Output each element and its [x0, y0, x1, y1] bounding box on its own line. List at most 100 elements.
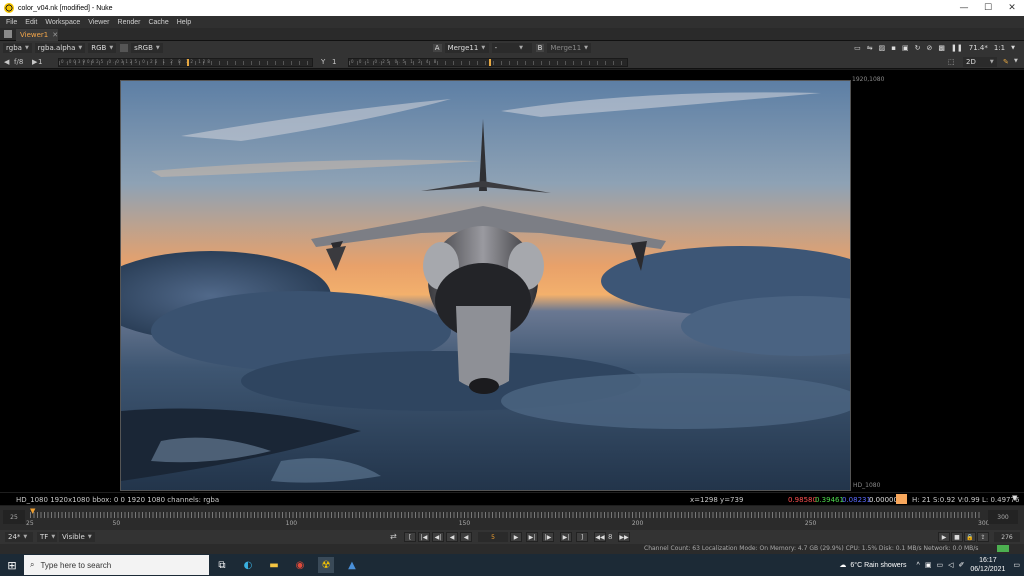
increment-value[interactable]: 8	[608, 533, 612, 541]
format-label-bottom: HD_1080	[853, 482, 881, 489]
menu-workspace[interactable]: Workspace	[45, 19, 80, 26]
display-channels-dropdown[interactable]: RGB ▼	[88, 43, 117, 53]
windows-start-icon[interactable]: ⊞	[0, 554, 24, 576]
gain-step-icon[interactable]: ▶	[32, 58, 37, 66]
format-info: HD_1080 1920x1080 bbox: 0 0 1920 1080 ch…	[16, 496, 220, 504]
chrome-icon[interactable]: ◉	[292, 557, 308, 573]
next-frame-button[interactable]: ▶|	[526, 532, 538, 542]
gain-mode-icon[interactable]: ◀	[4, 58, 9, 66]
clock-time[interactable]: 16:17	[979, 556, 997, 565]
play-backward-button[interactable]: ◀	[460, 532, 472, 542]
b-input-dropdown[interactable]: Merge11 ▼	[547, 43, 592, 53]
a-input-dropdown[interactable]: Merge11 ▼	[444, 43, 489, 53]
nuke-taskbar-icon[interactable]: ☢	[318, 557, 334, 573]
colorspace-dropdown[interactable]: sRGB ▼	[131, 43, 163, 53]
menu-viewer[interactable]: Viewer	[88, 19, 109, 26]
export-button[interactable]: ⇪	[977, 532, 989, 542]
menu-edit[interactable]: Edit	[25, 19, 37, 26]
edge-icon[interactable]: ◐	[240, 557, 256, 573]
taskbar-search[interactable]: ⌕ Type here to search	[24, 555, 209, 575]
first-frame-button[interactable]: |◀	[418, 532, 430, 542]
image-viewer-icon[interactable]: ▲	[344, 557, 360, 573]
pane-menu-icon[interactable]	[4, 30, 12, 38]
minimize-button[interactable]: —	[952, 0, 976, 16]
in-point-button[interactable]: [	[404, 532, 416, 542]
menu-file[interactable]: File	[6, 19, 17, 26]
skip-back-button[interactable]: ◀◀	[594, 532, 606, 542]
menu-help[interactable]: Help	[177, 19, 191, 26]
clip-warning-icon[interactable]: ▨	[876, 43, 889, 53]
view-mode-dropdown[interactable]: 2D ▼	[963, 57, 997, 67]
weather-icon[interactable]: ☁	[839, 561, 846, 569]
sync-icon[interactable]: ⇋	[864, 43, 876, 53]
timeline[interactable]: 25 25 50 100 150 200 250 300 ▼ 300	[0, 506, 1024, 530]
channels-dropdown[interactable]: rgba ▼	[3, 43, 32, 53]
proxy-icon[interactable]: ▪	[888, 43, 899, 53]
out-frame-field[interactable]: 300	[988, 510, 1018, 524]
window-title: color_v04.nk [modified] - Nuke	[18, 4, 113, 12]
roi-icon[interactable]: ▭	[851, 43, 864, 53]
tl-label-25: 25	[26, 520, 34, 527]
speaker-icon[interactable]: ◁	[948, 561, 953, 569]
gain-slider[interactable]: 0.00390625 0.03125 0.25 1 2 8 32 128	[58, 58, 313, 67]
gamma-handle[interactable]	[489, 59, 491, 66]
timeline-ruler[interactable]: 25 50 100 150 200 250 300 ▼	[26, 508, 989, 528]
chevron-down-icon[interactable]: ▼	[1008, 43, 1018, 53]
end-frame-field[interactable]: 276	[994, 532, 1020, 542]
alpha-value: rgba.alpha	[37, 44, 76, 52]
pen-icon[interactable]: ✐	[958, 561, 964, 569]
display-icon[interactable]: ▣	[899, 43, 912, 53]
tab-close-icon[interactable]: ✕	[52, 31, 58, 39]
refresh-icon[interactable]: ↻	[912, 43, 924, 53]
notifications-icon[interactable]: ▭	[1013, 561, 1020, 569]
chevron-down-icon: ▼	[23, 534, 28, 540]
ratio-value[interactable]: 1:1	[991, 43, 1008, 53]
clock-date[interactable]: 06/12/2021	[970, 565, 1005, 574]
last-frame-button[interactable]: ▶|	[560, 532, 572, 542]
stop-icon[interactable]: ⊘	[924, 43, 936, 53]
pause-icon[interactable]: ❚❚	[948, 43, 966, 53]
gamma-value[interactable]: 1	[332, 58, 336, 66]
out-point-button[interactable]: ]	[576, 532, 588, 542]
tray-app-icon[interactable]: ▣	[925, 561, 932, 569]
play-forward-button[interactable]: ▶	[510, 532, 522, 542]
compare-op-dropdown[interactable]: - ▼	[491, 43, 532, 53]
current-frame-field[interactable]: 5	[478, 532, 508, 542]
roi-select-icon[interactable]: ⬚	[948, 58, 955, 66]
pencil-icon[interactable]: ✎	[1003, 58, 1009, 66]
weather-text[interactable]: 6°C Rain showers	[850, 562, 906, 569]
gain-handle[interactable]	[187, 59, 189, 66]
capture-icon[interactable]: ▩	[935, 43, 948, 53]
menu-render[interactable]: Render	[118, 19, 141, 26]
menu-cache[interactable]: Cache	[148, 19, 168, 26]
stop-render-button[interactable]: ■	[951, 532, 963, 542]
flipbook-button[interactable]: ▶	[938, 532, 950, 542]
zoom-value[interactable]: 71.4*	[966, 43, 991, 53]
chevron-down-icon[interactable]: ▼	[1012, 494, 1017, 502]
chevron-down-icon[interactable]: ▼	[1014, 58, 1018, 64]
tray-chevron-icon[interactable]: ^	[917, 562, 920, 569]
close-button[interactable]: ✕	[1000, 0, 1024, 16]
gain-value[interactable]: 1	[38, 58, 42, 66]
task-view-icon[interactable]: ⧉	[214, 557, 230, 573]
gamma-slider[interactable]: 0 0.1 0.25 0.5 1 2 4 8	[348, 58, 628, 67]
playhead-icon[interactable]: ▼	[30, 508, 38, 515]
b-input-value: Merge11	[550, 44, 582, 52]
viewer-toolbar-secondary: ◀ f/8 ▶ 1 0.00390625 0.03125 0.25 1 2 8 …	[0, 55, 1024, 69]
tf-dropdown[interactable]: TF ▼	[37, 532, 57, 542]
maximize-button[interactable]: ☐	[976, 0, 1000, 16]
skip-forward-button[interactable]: ▶▶	[618, 532, 630, 542]
tab-viewer1[interactable]: Viewer1 ✕	[16, 29, 58, 41]
prev-key-button[interactable]: ◀|	[432, 532, 444, 542]
file-explorer-icon[interactable]: ▬	[266, 557, 282, 573]
network-icon[interactable]: ▭	[936, 561, 943, 569]
range-dropdown[interactable]: Visible ▼	[59, 532, 95, 542]
prev-frame-button[interactable]: ◀	[446, 532, 458, 542]
lock-button[interactable]: 🔒	[964, 532, 976, 542]
next-key-button[interactable]: |▶	[542, 532, 554, 542]
loop-icon[interactable]: ⇄	[390, 532, 397, 541]
fps-dropdown[interactable]: 24* ▼	[5, 532, 33, 542]
fstop-label: f/8	[14, 58, 24, 66]
alpha-channel-dropdown[interactable]: rgba.alpha ▼	[34, 43, 86, 53]
in-frame-field[interactable]: 25	[3, 510, 25, 524]
